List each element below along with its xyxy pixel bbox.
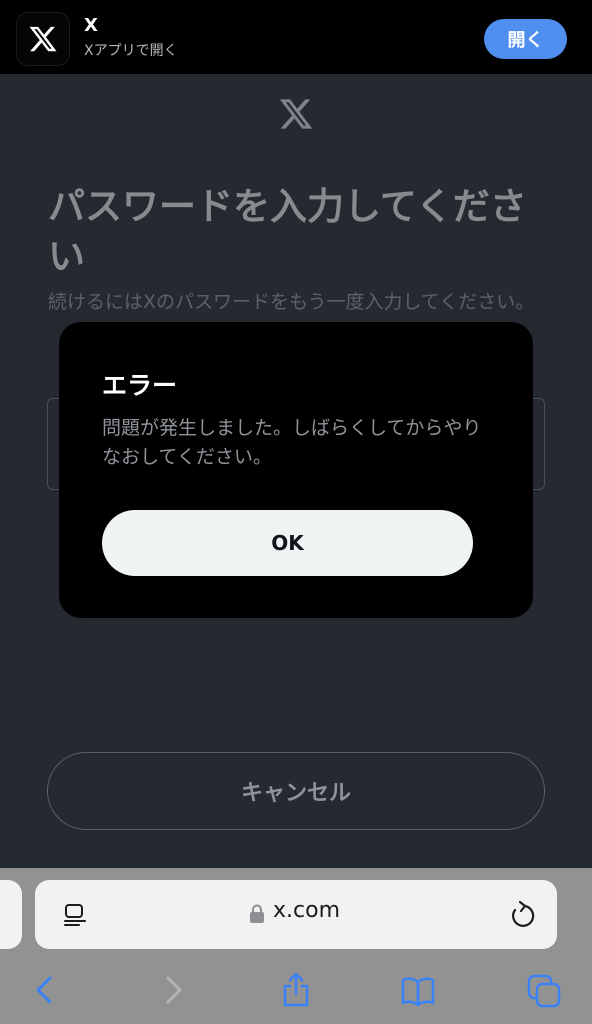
previous-tab-preview[interactable] [0, 880, 22, 949]
app-name: X [84, 15, 98, 36]
app-subtitle: Xアプリで開く [84, 43, 178, 59]
address-bar[interactable]: x.com [35, 880, 557, 949]
reload-icon[interactable] [507, 900, 535, 930]
cancel-button[interactable]: キャンセル [47, 752, 545, 830]
error-dialog: エラー 問題が発生しました。しばらくしてからやりなおしてください。 OK [59, 322, 533, 618]
bookmarks-icon[interactable] [401, 972, 435, 1008]
forward-chevron-icon[interactable] [156, 972, 190, 1008]
x-logo-icon [29, 26, 57, 52]
page-description: 続けるにはXのパスワードをもう一度入力してください。 [48, 291, 535, 313]
app-banner: X Xアプリで開く 開く [0, 0, 592, 74]
open-app-button[interactable]: 開く [484, 19, 567, 59]
page-title: パスワードを入力してください [48, 185, 527, 278]
dialog-title: エラー [102, 371, 178, 400]
share-icon[interactable] [279, 972, 313, 1008]
lock-icon [250, 904, 264, 923]
url-text: x.com [273, 898, 340, 923]
browser-bar: x.com [0, 868, 592, 1024]
reader-mode-icon[interactable] [61, 901, 89, 929]
back-chevron-icon[interactable] [28, 972, 62, 1008]
x-app-icon[interactable] [16, 12, 70, 66]
x-logo-icon [279, 99, 313, 129]
tabs-icon[interactable] [527, 972, 561, 1008]
dialog-message: 問題が発生しました。しばらくしてからやりなおしてください。 [102, 417, 482, 468]
ok-button[interactable]: OK [102, 510, 473, 576]
